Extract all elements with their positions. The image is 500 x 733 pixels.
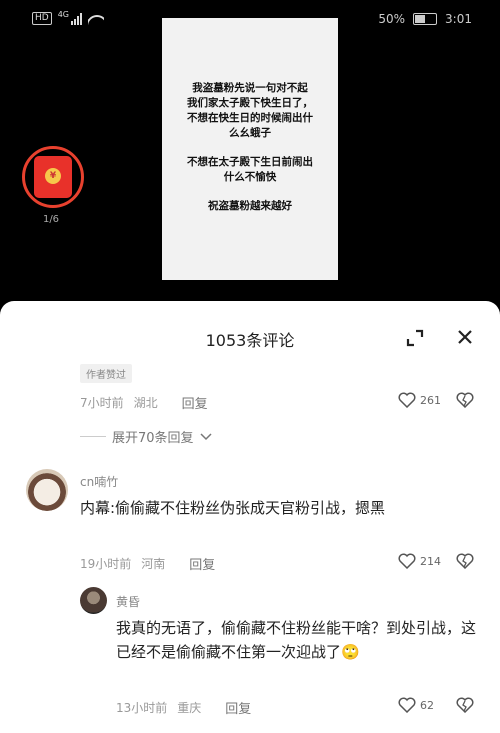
comment-text: 我真的无语了，偷偷藏不住粉丝能干啥？到处引战，这已经不是偷偷藏不住第一次迎战了🙄: [116, 619, 477, 661]
comment-meta: 13小时前 重庆 回复: [116, 698, 251, 717]
expand-replies-label: 展开70条回复: [112, 431, 194, 446]
post-line: 么幺蛾子: [229, 127, 271, 139]
comment-meta: 19小时前 河南 回复: [80, 554, 215, 573]
battery-icon: [413, 13, 438, 25]
broken-heart-icon[interactable]: [456, 392, 474, 408]
like-count: 62: [420, 698, 434, 712]
comments-title: 1053条评论: [205, 331, 295, 350]
heart-icon: [398, 392, 416, 408]
post-line: 什么不愉快: [223, 171, 277, 183]
author-liked-badge: 作者赞过: [80, 364, 132, 383]
post-line: 我们家太子殿下快生日了，: [187, 97, 313, 109]
red-envelope-icon: ¥: [34, 156, 72, 198]
expand-replies-button[interactable]: 展开70条回复: [80, 427, 212, 446]
signal-type: 4G: [57, 10, 69, 19]
reply-button[interactable]: 回复: [189, 554, 215, 573]
like-button[interactable]: 214: [398, 553, 441, 569]
comment-location: 重庆: [177, 701, 202, 715]
like-button[interactable]: 261: [398, 392, 441, 408]
comment-time: 19小时前: [80, 557, 132, 571]
comment-text: 内幕:偷偷藏不住粉丝伪张成天官粉引战，摁黑: [80, 499, 386, 517]
reply-button[interactable]: 回复: [182, 393, 208, 412]
red-envelope-count: 1/6: [42, 214, 60, 225]
heart-icon: [398, 697, 416, 713]
comment-location: 河南: [141, 557, 166, 571]
wifi-icon: [88, 13, 104, 25]
broken-heart-icon[interactable]: [456, 553, 474, 569]
avatar[interactable]: [26, 469, 68, 511]
post-line: 祝盗墓粉越来越好: [208, 200, 292, 212]
hd-indicator: HD: [32, 12, 52, 25]
post-line: 不想在太子殿下生日前闹出: [187, 156, 313, 168]
signal-icon: [71, 12, 82, 25]
post-line: 我盗墓粉先说一句对不起: [192, 82, 308, 94]
battery-percent: 50%: [378, 12, 406, 26]
avatar[interactable]: [80, 587, 107, 614]
comment-time: 13小时前: [116, 701, 168, 715]
clock: 3:01: [445, 12, 472, 26]
comments-panel: 1053条评论 作者赞过 7小时前 湖北 回复 261 展开70条回复 cn喃竹…: [0, 301, 500, 733]
broken-heart-icon[interactable]: [456, 697, 474, 713]
post-line: 不想在快生日的时候闹出什: [187, 112, 313, 124]
comment-location: 湖北: [133, 396, 158, 410]
comment-meta: 7小时前 湖北 回复: [80, 393, 208, 412]
like-button[interactable]: 62: [398, 697, 434, 713]
like-count: 261: [420, 393, 441, 407]
chevron-down-icon: [200, 432, 212, 440]
comment-username[interactable]: 黄昏: [116, 593, 140, 610]
comment-username[interactable]: cn喃竹: [80, 473, 118, 490]
reply-button[interactable]: 回复: [225, 698, 251, 717]
like-count: 214: [420, 554, 441, 568]
close-icon[interactable]: [455, 327, 475, 347]
heart-icon: [398, 553, 416, 569]
post-image[interactable]: 我盗墓粉先说一句对不起 我们家太子殿下快生日了， 不想在快生日的时候闹出什 么幺…: [162, 18, 338, 280]
fullscreen-icon[interactable]: [406, 329, 424, 347]
comment-time: 7小时前: [80, 396, 124, 410]
red-envelope-button[interactable]: ¥: [22, 146, 84, 208]
